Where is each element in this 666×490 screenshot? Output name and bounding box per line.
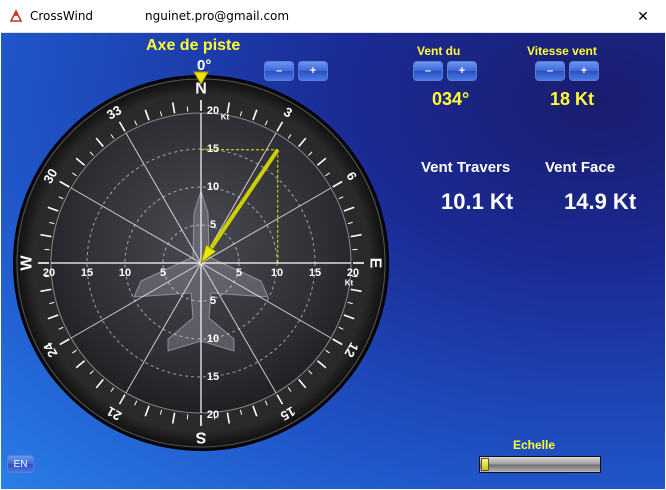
crosswind-label: Vent Travers bbox=[421, 159, 511, 176]
wind-from-minus-button[interactable]: – bbox=[413, 61, 443, 81]
app-logo-icon bbox=[9, 9, 23, 22]
wind-from-plus-button[interactable]: + bbox=[447, 61, 477, 81]
cardinal-label-s: S bbox=[195, 429, 206, 446]
grid-label: 15 bbox=[207, 371, 219, 383]
grid-label: 10 bbox=[207, 333, 219, 345]
compass-dial[interactable]: 36121521243033NESW5555101010101515151520… bbox=[1, 33, 401, 453]
title-bar: CrossWind nguinet.pro@gmail.com ✕ bbox=[0, 0, 666, 33]
wind-speed-label: Vitesse vent bbox=[527, 44, 597, 58]
scale-slider-handle[interactable] bbox=[481, 458, 489, 471]
crosswind-value: 10.1 Kt bbox=[441, 189, 514, 214]
scale-slider[interactable] bbox=[479, 456, 601, 473]
wind-speed-minus-button[interactable]: – bbox=[535, 61, 565, 81]
grid-label: 20 bbox=[43, 267, 55, 279]
grid-label: 5 bbox=[210, 219, 216, 231]
headwind-value: 14.9 Kt bbox=[564, 189, 637, 214]
user-email: nguinet.pro@gmail.com bbox=[145, 9, 290, 23]
scale-label: Echelle bbox=[513, 438, 556, 452]
grid-label: 20 bbox=[207, 409, 219, 421]
grid-label: 15 bbox=[207, 143, 219, 155]
unit-label: Kt bbox=[221, 113, 230, 122]
main-panel: Axe de piste 0° – + Vent du – + 034° Vit… bbox=[1, 33, 665, 489]
grid-label: 5 bbox=[160, 267, 166, 279]
cardinal-label-e: E bbox=[367, 258, 384, 269]
unit-label: Kt bbox=[345, 279, 354, 288]
grid-label: 15 bbox=[309, 267, 321, 279]
wind-speed-value: 18 Kt bbox=[550, 89, 595, 109]
grid-label: 5 bbox=[236, 267, 242, 279]
grid-label: 10 bbox=[119, 267, 131, 279]
grid-label: 5 bbox=[210, 295, 216, 307]
app-title: CrossWind bbox=[30, 9, 94, 23]
grid-label: 10 bbox=[271, 267, 283, 279]
headwind-label: Vent Face bbox=[545, 159, 616, 176]
grid-label: 20 bbox=[347, 267, 359, 279]
grid-label: 15 bbox=[81, 267, 93, 279]
close-icon: ✕ bbox=[637, 7, 649, 24]
close-button[interactable]: ✕ bbox=[620, 0, 666, 32]
wind-speed-plus-button[interactable]: + bbox=[569, 61, 599, 81]
grid-label: 10 bbox=[207, 181, 219, 193]
language-button[interactable]: EN bbox=[7, 455, 34, 473]
wind-from-value: 034° bbox=[432, 89, 470, 109]
cardinal-label-w: W bbox=[19, 255, 36, 271]
wind-from-label: Vent du bbox=[417, 44, 461, 58]
grid-label: 20 bbox=[207, 105, 219, 117]
app-window: CrossWind nguinet.pro@gmail.com ✕ Axe de… bbox=[0, 0, 666, 490]
